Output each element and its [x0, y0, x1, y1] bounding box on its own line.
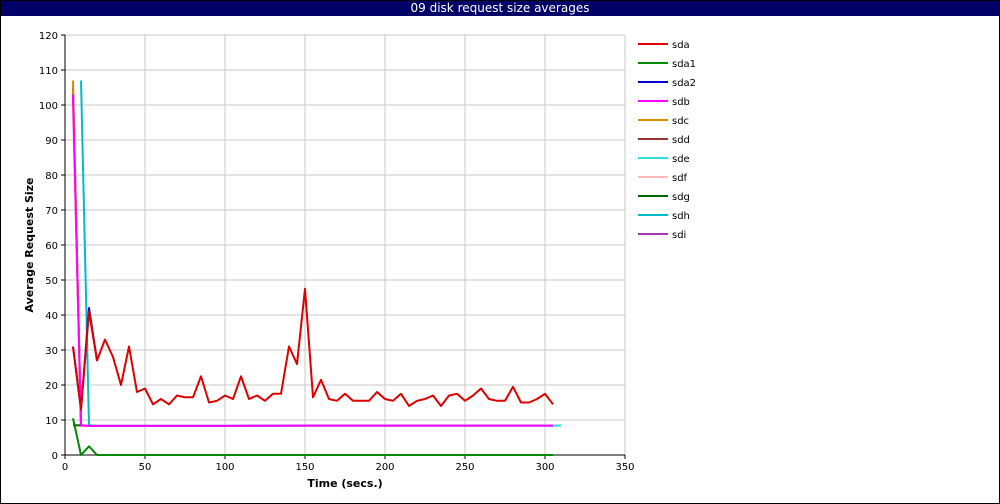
legend-label-sde: sde — [672, 154, 690, 165]
legend-label-sda: sda — [672, 40, 690, 51]
y-tick-label: 10 — [45, 416, 58, 427]
y-tick-label: 20 — [45, 381, 58, 392]
legend-label-sdc: sdc — [672, 116, 689, 127]
x-tick-label: 0 — [62, 462, 68, 473]
legend-label-sdd: sdd — [672, 135, 690, 146]
legend-label-sda2: sda2 — [672, 78, 696, 89]
y-tick-label: 50 — [45, 276, 58, 287]
y-tick-label: 30 — [45, 346, 58, 357]
x-axis-label: Time (secs.) — [307, 477, 382, 490]
x-tick-label: 150 — [295, 462, 314, 473]
grid — [65, 34, 626, 455]
legend-label-sdi: sdi — [672, 230, 686, 241]
x-tick-label: 200 — [375, 462, 394, 473]
y-tick-label: 100 — [39, 101, 58, 112]
x-tick-label: 300 — [535, 462, 554, 473]
legend-label-sdf: sdf — [672, 173, 688, 184]
y-tick-label: 110 — [39, 66, 58, 77]
x-tick-label: 250 — [455, 462, 474, 473]
legend: sda sda1 sda2 sdb sdc sdd sde sdf sdg sdh sdi — [638, 40, 696, 241]
y-tick-label: 90 — [45, 136, 58, 147]
line-chart: 0 50 100 150 200 250 300 350 0 10 20 30 40 50 60 70 80 90… — [23, 31, 696, 490]
legend-label-sdb: sdb — [672, 97, 690, 108]
y-tick-label: 70 — [45, 206, 58, 217]
legend-label-sda1: sda1 — [672, 59, 696, 70]
x-tick-label: 350 — [615, 462, 634, 473]
legend-label-sdh: sdh — [672, 211, 690, 222]
y-tick-label: 120 — [39, 31, 58, 42]
legend-label-sdg: sdg — [672, 192, 690, 203]
y-tick-label: 80 — [45, 171, 58, 182]
y-tick-label: 60 — [45, 241, 58, 252]
y-axis-label: Average Request Size — [23, 177, 36, 312]
x-tick-label: 50 — [139, 462, 152, 473]
y-tick-label: 0 — [52, 451, 58, 462]
x-tick-label: 100 — [215, 462, 234, 473]
y-tick-label: 40 — [45, 311, 58, 322]
